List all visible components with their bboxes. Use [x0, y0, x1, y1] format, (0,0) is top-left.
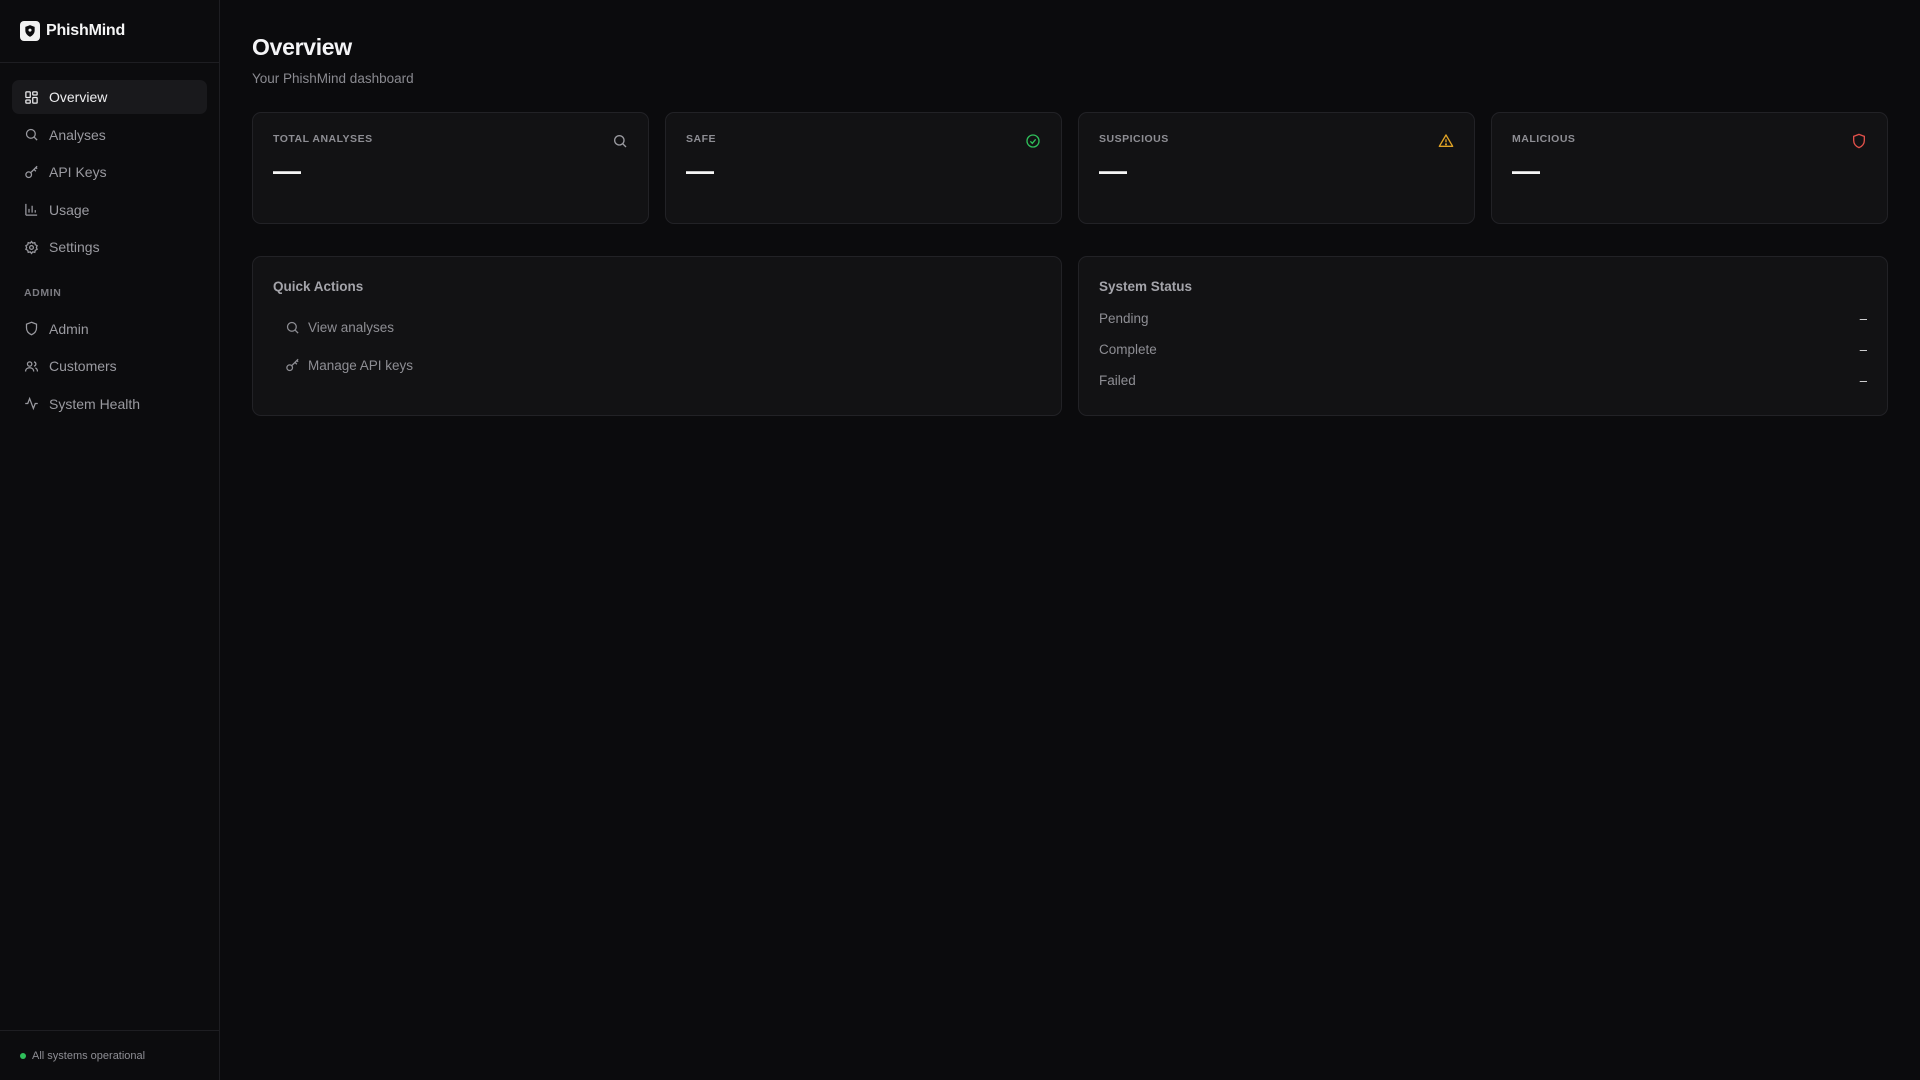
admin-section-label: ADMIN [24, 286, 62, 299]
sidebar-item-label: Admin [49, 320, 89, 337]
status-row-failed: Failed – [1099, 365, 1867, 396]
page-title: Overview [252, 34, 352, 60]
stat-card-malicious: MALICIOUS — [1491, 112, 1888, 224]
stat-label: SUSPICIOUS [1099, 133, 1169, 145]
sidebar-nav: Overview Analyses API Keys Usage Setting… [0, 63, 219, 424]
sidebar-item-overview[interactable]: Overview [12, 80, 207, 114]
brand[interactable]: PhishMind [0, 0, 219, 63]
sidebar-item-admin[interactable]: Admin [12, 312, 207, 346]
sidebar: PhishMind Overview Analyses API Keys Usa… [0, 0, 220, 1080]
activity-icon [25, 396, 38, 411]
status-row-complete: Complete – [1099, 334, 1867, 365]
app-shell: PhishMind Overview Analyses API Keys Usa… [0, 0, 1920, 1080]
gear-icon [25, 240, 38, 254]
view-analyses-button[interactable]: View analyses [273, 308, 1041, 346]
stat-label: MALICIOUS [1512, 133, 1576, 145]
status-label: Pending [1099, 311, 1149, 326]
stat-card-safe: SAFE — [665, 112, 1062, 224]
key-icon [25, 165, 38, 178]
sidebar-footer: All systems operational [0, 1030, 219, 1080]
sidebar-item-settings[interactable]: Settings [12, 230, 207, 264]
stat-label: TOTAL ANALYSES [273, 133, 373, 145]
stats-row: TOTAL ANALYSES — SAFE — SUSPICIOUS — MAL… [252, 112, 1888, 224]
quick-action-label: View analyses [308, 319, 395, 335]
main-content: Overview Your PhishMind dashboard TOTAL … [220, 0, 1920, 1080]
search-icon [286, 321, 299, 334]
stat-card-total-analyses: TOTAL ANALYSES — [252, 112, 649, 224]
grid-icon [25, 90, 38, 104]
page-subtitle: Your PhishMind dashboard [252, 71, 414, 86]
users-icon [24, 360, 39, 372]
status-label: Failed [1099, 373, 1136, 388]
sidebar-item-label: Settings [49, 239, 100, 255]
search-icon [614, 135, 627, 148]
brand-name: PhishMind [46, 22, 126, 39]
sidebar-item-label: Overview [49, 89, 108, 105]
status-row-pending: Pending – [1099, 303, 1867, 334]
sidebar-item-system-health[interactable]: System Health [12, 387, 207, 421]
bar-chart-icon [25, 203, 38, 216]
stat-value: — [1099, 155, 1127, 186]
status-dot-icon [20, 1052, 26, 1059]
system-status-panel: System Status Pending – Complete – Faile… [1078, 256, 1888, 416]
check-circle-icon [1026, 134, 1040, 148]
shield-icon [25, 321, 38, 336]
stat-value: — [273, 155, 301, 186]
status-label: Complete [1099, 342, 1157, 357]
stat-value: — [1512, 155, 1540, 186]
sidebar-item-analyses[interactable]: Analyses [12, 118, 207, 152]
sidebar-item-customers[interactable]: Customers [12, 349, 207, 383]
sidebar-item-label: API Keys [49, 164, 107, 180]
sidebar-item-label: Usage [49, 201, 90, 218]
status-value: – [1859, 311, 1867, 326]
shield-icon [1853, 133, 1865, 149]
status-value: – [1859, 342, 1867, 357]
stat-card-suspicious: SUSPICIOUS — [1078, 112, 1475, 224]
panels-row: Quick Actions View analyses Manage API k… [252, 256, 1888, 416]
search-icon [25, 128, 38, 141]
status-value: – [1859, 373, 1867, 388]
quick-action-label: Manage API keys [308, 357, 414, 373]
sidebar-item-label: Customers [49, 358, 117, 374]
system-status-list: Pending – Complete – Failed – [1099, 303, 1867, 396]
sidebar-item-label: Analyses [49, 126, 106, 143]
manage-api-keys-button[interactable]: Manage API keys [273, 346, 1041, 384]
stat-label: SAFE [686, 133, 717, 145]
stat-value: — [686, 155, 714, 186]
panel-title: System Status [1099, 279, 1193, 294]
sidebar-item-api-keys[interactable]: API Keys [12, 155, 207, 189]
quick-actions-list: View analyses Manage API keys [273, 308, 1041, 384]
sidebar-item-label: System Health [49, 395, 141, 412]
warning-triangle-icon [1438, 134, 1454, 147]
system-status-text: All systems operational [32, 1049, 146, 1062]
panel-title: Quick Actions [273, 279, 364, 294]
sidebar-item-usage[interactable]: Usage [12, 193, 207, 227]
shield-logo-icon [20, 21, 40, 41]
key-icon [286, 358, 299, 371]
quick-actions-panel: Quick Actions View analyses Manage API k… [252, 256, 1062, 416]
